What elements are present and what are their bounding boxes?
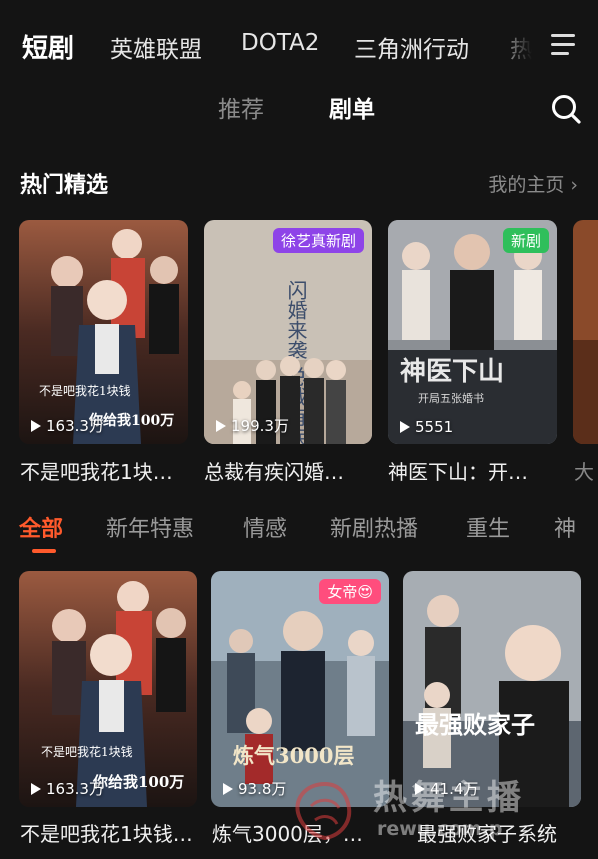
top-nav: 短剧 英雄联盟 DOTA2 三角洲行动 热 bbox=[0, 0, 598, 90]
grid-title-3[interactable]: 最强败家子系统 bbox=[417, 818, 595, 847]
featured-title-1[interactable]: 不是吧我花1块… bbox=[20, 456, 190, 485]
play-icon bbox=[223, 782, 233, 795]
play-icon bbox=[216, 419, 226, 432]
play-icon bbox=[31, 782, 41, 795]
play-icon bbox=[31, 419, 41, 432]
poster-image: 炼气3000层 bbox=[211, 571, 389, 807]
category-new-year-sale[interactable]: 新年特惠 bbox=[106, 511, 194, 543]
category-all[interactable]: 全部 bbox=[19, 511, 63, 543]
tab-fade bbox=[490, 20, 550, 70]
featured-title-2[interactable]: 总裁有疾闪婚… bbox=[204, 456, 374, 485]
poster-image: 不是吧我花1块钱 你给我100万 bbox=[19, 220, 188, 444]
poster-title: 炼气3000层 bbox=[233, 743, 354, 768]
grid-card-2[interactable]: 炼气3000层 女帝😍 93.8万 bbox=[211, 571, 389, 807]
play-count-text: 163.3万 bbox=[46, 780, 104, 798]
tab-short-drama[interactable]: 短剧 bbox=[22, 28, 74, 65]
play-count-text: 41.4万 bbox=[430, 780, 479, 798]
category-god[interactable]: 神 bbox=[554, 511, 576, 543]
menu-icon[interactable] bbox=[551, 34, 575, 55]
featured-card-4[interactable] bbox=[573, 220, 598, 444]
poster-image: 最强败家子 bbox=[403, 571, 581, 807]
category-rebirth[interactable]: 重生 bbox=[466, 511, 510, 543]
poster-image: 闪婚来袭 总裁有疾 bbox=[204, 220, 372, 444]
empress-badge: 女帝😍 bbox=[319, 579, 381, 604]
featured-card-1[interactable]: 不是吧我花1块钱 你给我100万 163.3万 bbox=[19, 220, 188, 444]
poster-image bbox=[573, 220, 598, 444]
sub-nav: 推荐 剧单 bbox=[0, 90, 598, 130]
poster-title: 神医下山 bbox=[400, 357, 504, 387]
search-icon[interactable] bbox=[550, 93, 582, 125]
featured-card-2[interactable]: 闪婚来袭 总裁有疾 徐艺真新剧 199.3万 bbox=[204, 220, 372, 444]
play-count-text: 199.3万 bbox=[231, 417, 289, 435]
poster-title: 最强败家子 bbox=[415, 710, 535, 739]
play-count: 199.3万 bbox=[216, 415, 289, 436]
section-title: 热门精选 bbox=[20, 173, 109, 198]
poster-image: 不是吧我花1块钱 你给我100万 bbox=[19, 571, 197, 807]
poster-caption-a: 不是吧我花1块钱 bbox=[41, 744, 133, 759]
play-icon bbox=[400, 421, 410, 433]
tab-lol[interactable]: 英雄联盟 bbox=[110, 30, 202, 64]
tab-delta-force[interactable]: 三角洲行动 bbox=[354, 30, 469, 64]
featured-title-4[interactable]: 大 bbox=[574, 456, 598, 485]
my-homepage-label: 我的主页 bbox=[488, 174, 565, 196]
play-count: 5551 bbox=[400, 418, 453, 436]
poster-caption-b: 你给我100万 bbox=[92, 773, 184, 791]
subtab-recommend[interactable]: 推荐 bbox=[218, 90, 264, 124]
play-count: 41.4万 bbox=[415, 778, 478, 799]
grid-title-2[interactable]: 炼气3000层，… bbox=[212, 818, 392, 847]
play-count: 163.3万 bbox=[31, 778, 104, 799]
grid-card-1[interactable]: 不是吧我花1块钱 你给我100万 163.3万 bbox=[19, 571, 197, 807]
category-emotion[interactable]: 情感 bbox=[243, 511, 287, 543]
subtab-playlist[interactable]: 剧单 bbox=[329, 90, 375, 124]
chevron-right-icon: › bbox=[570, 174, 578, 196]
poster-image: 神医下山 开局五张婚书 bbox=[388, 220, 557, 444]
category-new-hot[interactable]: 新剧热播 bbox=[330, 511, 418, 543]
play-count-text: 5551 bbox=[415, 418, 454, 436]
poster-subtitle: 开局五张婚书 bbox=[418, 391, 484, 405]
play-count: 163.3万 bbox=[31, 415, 104, 436]
poster-caption-a: 不是吧我花1块钱 bbox=[39, 383, 131, 398]
featured-title-3[interactable]: 神医下山：开… bbox=[388, 456, 558, 485]
new-badge: 新剧 bbox=[502, 228, 549, 253]
tab-dota2[interactable]: DOTA2 bbox=[241, 30, 319, 56]
my-homepage-link[interactable]: 我的主页 › bbox=[488, 170, 578, 197]
grid-card-3[interactable]: 最强败家子 41.4万 bbox=[403, 571, 581, 807]
play-count-text: 93.8万 bbox=[238, 780, 287, 798]
play-icon bbox=[415, 782, 425, 795]
play-count: 93.8万 bbox=[223, 778, 286, 799]
play-count-text: 163.3万 bbox=[46, 417, 104, 435]
featured-card-3[interactable]: 神医下山 开局五张婚书 新剧 5551 bbox=[388, 220, 557, 444]
grid-title-1[interactable]: 不是吧我花1块钱… bbox=[20, 818, 200, 847]
actor-badge: 徐艺真新剧 bbox=[272, 228, 364, 253]
category-active-indicator bbox=[32, 549, 56, 553]
